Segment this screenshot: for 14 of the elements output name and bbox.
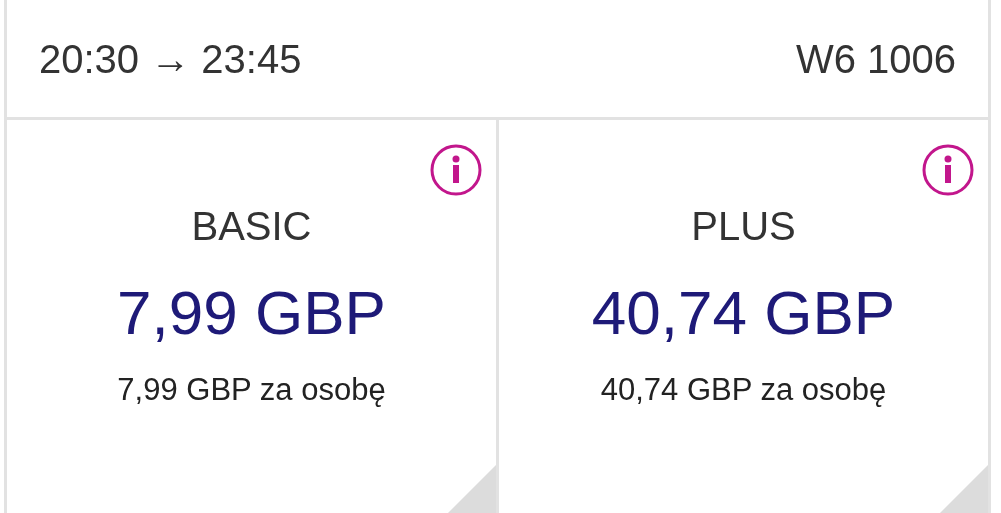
fare-card[interactable]: BASIC 7,99 GBP 7,99 GBP za osobę (4, 120, 496, 513)
folded-corner-icon (448, 465, 496, 513)
fare-name: PLUS (691, 206, 796, 246)
info-icon[interactable] (430, 144, 482, 196)
info-icon[interactable] (922, 144, 974, 196)
price-per-person: 40,74 GBP za osobę (600, 374, 887, 405)
fare-price: 7,99 GBP (117, 282, 386, 344)
fare-price: 40,74 GBP (591, 282, 896, 344)
fare-card[interactable]: PLUS 40,74 GBP 40,74 GBP za osobę (496, 120, 991, 513)
folded-corner-icon (940, 465, 988, 513)
flight-times: 20:30 → 23:45 (39, 35, 302, 83)
price-per-person: 7,99 GBP za osobę (117, 374, 386, 405)
flight-number: W6 1006 (795, 35, 956, 83)
fare-name: BASIC (191, 206, 312, 246)
